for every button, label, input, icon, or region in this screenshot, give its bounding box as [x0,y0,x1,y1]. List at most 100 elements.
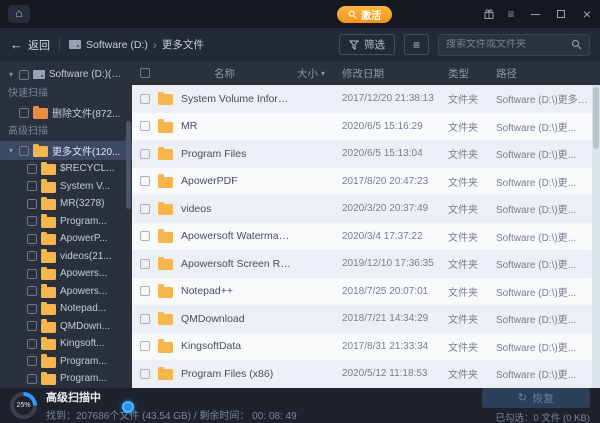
row-path: Software (D:\)更... [496,146,592,161]
table-row[interactable]: videos 2020/3/20 20:37:49 文件夹 Software (… [132,195,592,223]
tree-child-item[interactable]: Program... [0,353,132,371]
filter-label: 筛选 [364,37,385,52]
tree-checkbox[interactable] [19,108,29,118]
filter-button[interactable]: 筛选 [339,34,395,55]
tree-child-item[interactable]: Apowers... [0,265,132,283]
breadcrumb-folder[interactable]: 更多文件 [162,37,204,52]
home-button[interactable]: ⌂ [8,5,30,23]
sort-desc-icon[interactable]: ▾ [321,69,325,78]
column-header-date[interactable]: 修改日期 [342,66,448,81]
row-checkbox[interactable] [140,369,150,379]
tree-child-item[interactable]: Kingsoft... [0,335,132,353]
table-body: System Volume Information 2017/12/20 21:… [132,85,600,388]
table-row[interactable]: Program Files 2020/6/5 15:13:04 文件夹 Soft… [132,140,592,168]
maximize-button[interactable] [548,0,574,28]
tree-checkbox[interactable] [27,164,37,174]
view-mode-button[interactable]: ≡ [404,34,429,55]
tree-child-item[interactable]: Program... [0,213,132,231]
tree-child-item[interactable]: Program... [0,370,132,388]
tree-checkbox[interactable] [27,251,37,261]
tree-checkbox[interactable] [27,356,37,366]
row-date: 2020/3/4 17:37:22 [342,231,448,242]
expand-icon[interactable]: ▾ [7,146,15,155]
close-button[interactable]: × [574,0,600,28]
tree-checkbox[interactable] [27,286,37,296]
table-row[interactable]: Apowersoft Watermark Re... 2020/3/4 17:3… [132,223,592,251]
table-row[interactable]: System Volume Information 2017/12/20 21:… [132,85,592,113]
row-type: 文件夹 [448,146,496,161]
tree-child-item[interactable]: QMDown... [0,318,132,336]
tree-child-item[interactable]: Notepad... [0,300,132,318]
folder-icon [158,342,173,353]
table-scrollbar-thumb[interactable] [593,87,599,149]
tree-checkbox[interactable] [27,374,37,384]
select-all-checkbox[interactable] [140,68,150,78]
tree-child-item[interactable]: $RECYCL... [0,160,132,178]
row-checkbox[interactable] [140,231,150,241]
expand-icon[interactable]: ▾ [7,70,15,79]
tree-child-item[interactable]: ApowerP... [0,230,132,248]
tree-checkbox[interactable] [27,304,37,314]
tree-root-drive[interactable]: ▾ Software (D:)(2076... [0,65,132,84]
folder-icon [41,374,56,385]
tree-child-item[interactable]: System V... [0,178,132,196]
row-checkbox[interactable] [140,286,150,296]
tree-child-item[interactable]: MR(3278) [0,195,132,213]
row-checkbox[interactable] [140,314,150,324]
breadcrumb-drive[interactable]: Software (D:) [86,39,148,51]
tree-item-more-files[interactable]: ▾ 更多文件(120... [0,141,132,160]
search-input[interactable] [446,39,566,50]
sidebar-scrollbar-thumb[interactable] [126,121,131,209]
activate-button[interactable]: 激活 [337,6,392,23]
tree-checkbox[interactable] [27,321,37,331]
row-checkbox[interactable] [140,94,150,104]
back-button[interactable]: ← 返回 [10,37,50,53]
row-checkbox[interactable] [140,121,150,131]
minimize-button[interactable] [522,0,548,28]
gift-icon[interactable] [478,0,500,28]
row-type: 文件夹 [448,91,496,106]
column-header-path[interactable]: 路径 [496,66,592,81]
row-path: Software (D:\)更多文件... [496,91,592,106]
row-checkbox[interactable] [140,149,150,159]
row-path: Software (D:\)更... [496,119,592,134]
tree-checkbox[interactable] [27,216,37,226]
menu-icon[interactable]: ≡ [500,0,522,28]
row-type: 文件夹 [448,256,496,271]
column-header-name[interactable]: 名称 [158,66,297,81]
search-icon[interactable] [571,39,582,50]
tree-checkbox[interactable] [27,181,37,191]
tree-checkbox[interactable] [27,199,37,209]
table-row[interactable]: MR 2020/6/5 15:16:29 文件夹 Software (D:\)更… [132,113,592,141]
row-name: System Volume Information [181,93,291,105]
table-row[interactable]: Notepad++ 2018/7/25 20:07:01 文件夹 Softwar… [132,278,592,306]
row-checkbox[interactable] [140,341,150,351]
toolbar-divider [59,38,60,52]
tree-child-item[interactable]: Apowers... [0,283,132,301]
tree-child-item[interactable]: videos(21... [0,248,132,266]
tree-item-label: ApowerP... [60,233,108,244]
column-header-type[interactable]: 类型 [448,66,496,81]
tree-item-deleted-files[interactable]: 删除文件(872... [0,103,132,122]
row-date: 2017/12/20 21:38:13 [342,93,448,104]
row-checkbox[interactable] [140,176,150,186]
sidebar-scrollbar[interactable] [126,65,131,388]
table-scrollbar[interactable] [592,85,600,388]
table-row[interactable]: KingsoftData 2017/8/31 21:33:34 文件夹 Soft… [132,333,592,361]
table-row[interactable]: Program Files (x86) 2020/5/12 11:18:53 文… [132,360,592,388]
row-checkbox[interactable] [140,204,150,214]
tree-checkbox[interactable] [19,146,29,156]
folder-icon [41,322,56,333]
tree-item-label: 删除文件(872... [52,105,120,120]
table-row[interactable]: Apowersoft Screen Recorde... 2019/12/10 … [132,250,592,278]
recover-button[interactable]: ↻ 恢复 [482,388,590,408]
table-row[interactable]: ApowerPDF 2017/8/20 20:47:23 文件夹 Softwar… [132,168,592,196]
table-row[interactable]: QMDownload 2018/7/21 14:34:29 文件夹 Softwa… [132,305,592,333]
magnifier-icon [348,10,357,19]
tree-checkbox[interactable] [27,234,37,244]
tree-checkbox[interactable] [19,70,29,80]
row-checkbox[interactable] [140,259,150,269]
tree-checkbox[interactable] [27,339,37,349]
column-header-size[interactable]: 大小 ▾ [297,66,342,81]
tree-checkbox[interactable] [27,269,37,279]
